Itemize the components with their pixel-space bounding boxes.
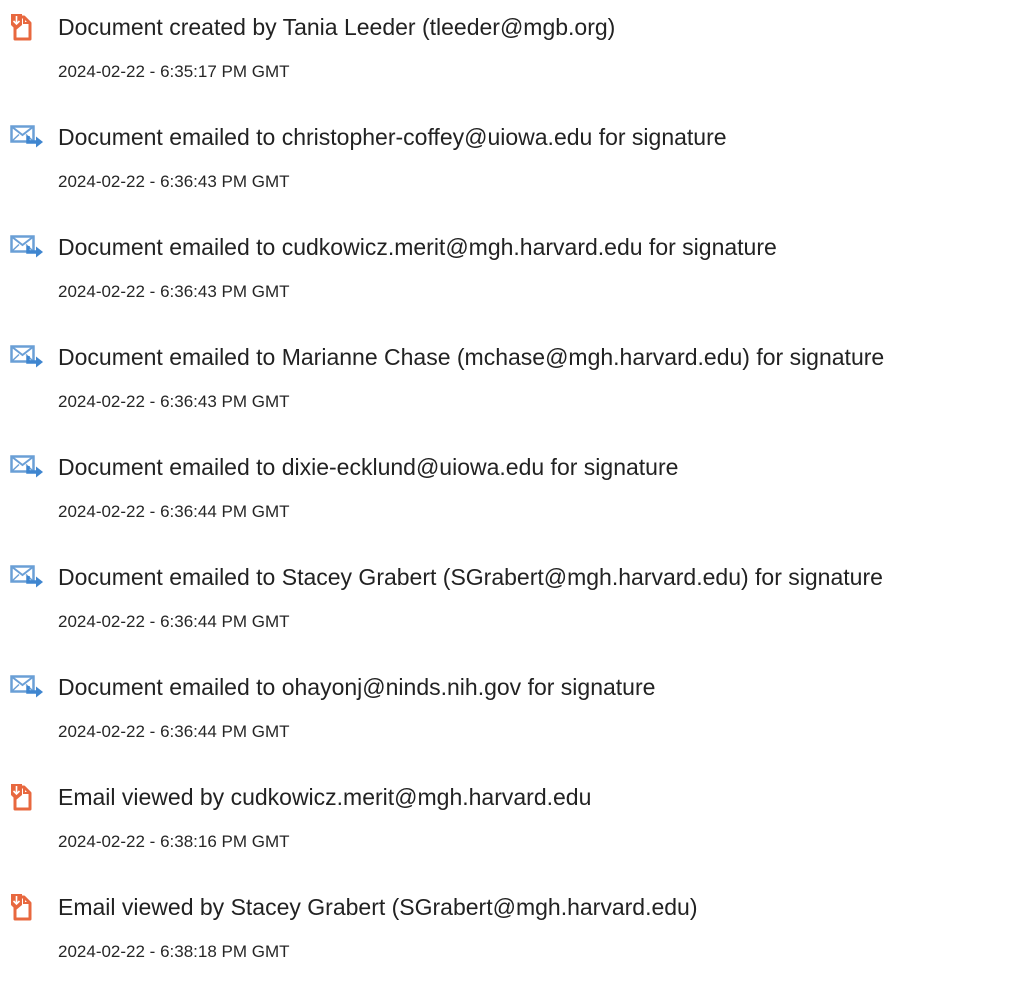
email-sent-icon: [10, 234, 46, 262]
audit-event: Document emailed to ohayonj@ninds.nih.go…: [10, 672, 1010, 782]
event-timestamp: 2024-02-22 - 6:36:43 PM GMT: [58, 392, 290, 411]
email-sent-icon: [10, 674, 46, 702]
event-timestamp: 2024-02-22 - 6:36:44 PM GMT: [58, 612, 290, 631]
email-sent-icon: [10, 564, 46, 592]
event-description: Document emailed to Stacey Grabert (SGra…: [58, 564, 883, 590]
audit-event: Email viewed by Stacey Grabert (SGrabert…: [10, 892, 1010, 1002]
audit-event: Email viewed by cudkowicz.merit@mgh.harv…: [10, 782, 1010, 892]
email-sent-icon: [10, 124, 46, 152]
audit-event-list: Document created by Tania Leeder (tleede…: [10, 12, 1010, 1002]
document-icon: [10, 14, 46, 42]
audit-event: Document emailed to Marianne Chase (mcha…: [10, 342, 1010, 452]
event-description: Document emailed to Marianne Chase (mcha…: [58, 344, 885, 370]
audit-event: Document emailed to Stacey Grabert (SGra…: [10, 562, 1010, 672]
email-sent-icon: [10, 454, 46, 482]
audit-event: Document emailed to cudkowicz.merit@mgh.…: [10, 232, 1010, 342]
event-description: Document emailed to dixie-ecklund@uiowa.…: [58, 454, 679, 480]
event-timestamp: 2024-02-22 - 6:35:17 PM GMT: [58, 62, 290, 81]
event-description: Document created by Tania Leeder (tleede…: [58, 14, 616, 40]
event-timestamp: 2024-02-22 - 6:36:44 PM GMT: [58, 722, 290, 741]
event-timestamp: 2024-02-22 - 6:38:18 PM GMT: [58, 942, 290, 961]
audit-event: Document created by Tania Leeder (tleede…: [10, 12, 1010, 122]
event-description: Document emailed to christopher-coffey@u…: [58, 124, 727, 150]
audit-event: Document emailed to dixie-ecklund@uiowa.…: [10, 452, 1010, 562]
document-icon: [10, 784, 46, 812]
event-timestamp: 2024-02-22 - 6:38:16 PM GMT: [58, 832, 290, 851]
event-description: Email viewed by Stacey Grabert (SGrabert…: [58, 894, 698, 920]
audit-event: Document emailed to christopher-coffey@u…: [10, 122, 1010, 232]
event-description: Email viewed by cudkowicz.merit@mgh.harv…: [58, 784, 592, 810]
event-description: Document emailed to ohayonj@ninds.nih.go…: [58, 674, 656, 700]
event-timestamp: 2024-02-22 - 6:36:43 PM GMT: [58, 172, 290, 191]
email-sent-icon: [10, 344, 46, 372]
event-description: Document emailed to cudkowicz.merit@mgh.…: [58, 234, 777, 260]
event-timestamp: 2024-02-22 - 6:36:44 PM GMT: [58, 502, 290, 521]
event-timestamp: 2024-02-22 - 6:36:43 PM GMT: [58, 282, 290, 301]
document-icon: [10, 894, 46, 922]
